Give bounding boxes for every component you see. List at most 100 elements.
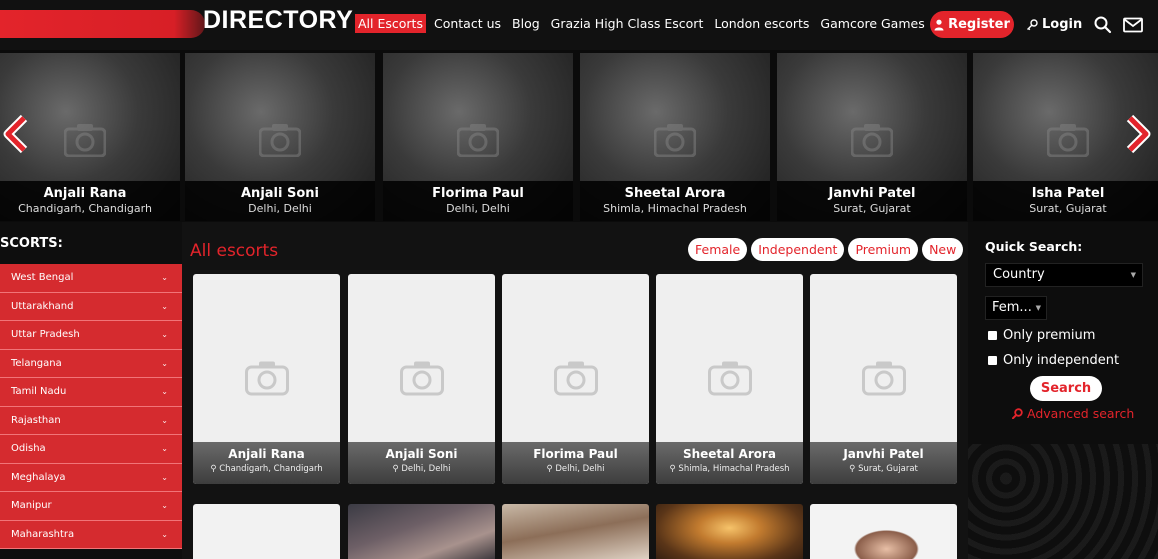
card-location-text: Delhi, Delhi bbox=[555, 464, 605, 474]
camera-icon bbox=[259, 124, 301, 157]
advanced-search-link[interactable]: Advanced search bbox=[1012, 406, 1134, 421]
sidebar-item-odisha[interactable]: Odisha ⌄ bbox=[0, 435, 182, 464]
carousel-caption: Sheetal Arora Shimla, Himachal Pradesh bbox=[580, 181, 770, 221]
carousel-name: Anjali Rana bbox=[43, 186, 127, 201]
profile-card[interactable]: Florima Paul ⚲ Delhi, Delhi bbox=[502, 274, 649, 484]
camera-icon bbox=[707, 361, 752, 396]
camera-icon bbox=[244, 361, 289, 396]
carousel-slide[interactable]: Janvhi Patel Surat, Gujarat bbox=[777, 53, 967, 221]
sidebar-item-label: Uttar Pradesh bbox=[11, 329, 80, 341]
only-premium-label: Only premium bbox=[1003, 328, 1096, 343]
nav-grazia[interactable]: Grazia High Class Escort bbox=[548, 14, 707, 33]
mail-icon[interactable] bbox=[1122, 14, 1144, 36]
sidebar-item-label: Uttarakhand bbox=[11, 300, 74, 312]
chevron-down-icon: ⌄ bbox=[161, 444, 168, 454]
filter-chips: Female Independent Premium New bbox=[688, 238, 964, 261]
country-select[interactable]: Country ▼ bbox=[985, 263, 1143, 287]
logo-text[interactable]: DIRECTORY bbox=[203, 6, 353, 35]
register-button[interactable]: Register bbox=[930, 11, 1014, 38]
carousel-name: Janvhi Patel bbox=[828, 186, 916, 201]
profile-card[interactable]: Anjali Soni ⚲ Delhi, Delhi bbox=[348, 274, 495, 484]
carousel-name: Florima Paul bbox=[432, 186, 524, 201]
chevron-down-icon: ⌄ bbox=[161, 387, 168, 397]
only-premium-checkbox[interactable]: Only premium bbox=[988, 328, 1095, 343]
card-caption: Anjali Soni ⚲ Delhi, Delhi bbox=[348, 442, 495, 484]
profile-card-photo[interactable] bbox=[193, 504, 340, 559]
profile-card-photo[interactable] bbox=[502, 504, 649, 559]
profile-card[interactable]: Sheetal Arora ⚲ Shimla, Himachal Pradesh bbox=[656, 274, 803, 484]
carousel-location: Delhi, Delhi bbox=[248, 202, 312, 215]
nav-london[interactable]: London escorts bbox=[711, 14, 812, 33]
chevron-down-icon: ⌄ bbox=[161, 529, 168, 539]
profile-card[interactable]: Anjali Rana ⚲ Chandigarh, Chandigarh bbox=[193, 274, 340, 484]
camera-icon bbox=[553, 361, 598, 396]
nav-blog[interactable]: Blog bbox=[509, 14, 543, 33]
card-caption: Florima Paul ⚲ Delhi, Delhi bbox=[502, 442, 649, 484]
card-location-text: Shimla, Himachal Pradesh bbox=[678, 464, 790, 474]
sidebar-item-label: Meghalaya bbox=[11, 471, 66, 483]
sidebar-item-uttar-pradesh[interactable]: Uttar Pradesh ⌄ bbox=[0, 321, 182, 350]
card-location: ⚲ Delhi, Delhi bbox=[348, 464, 495, 474]
top-header: DIRECTORY All Escorts Contact us Blog Gr… bbox=[0, 0, 1158, 50]
carousel-location: Chandigarh, Chandigarh bbox=[18, 202, 152, 215]
carousel-next-arrow-icon[interactable] bbox=[1122, 114, 1152, 154]
carousel-slide[interactable]: Florima Paul Delhi, Delhi bbox=[383, 53, 573, 221]
checkbox-box[interactable] bbox=[988, 331, 997, 340]
card-name: Sheetal Arora bbox=[682, 447, 777, 461]
only-independent-checkbox[interactable]: Only independent bbox=[988, 353, 1119, 368]
carousel-slide[interactable]: Anjali Soni Delhi, Delhi bbox=[185, 53, 375, 221]
carousel-caption: Florima Paul Delhi, Delhi bbox=[383, 181, 573, 221]
only-independent-label: Only independent bbox=[1003, 353, 1120, 368]
card-name: Janvhi Patel bbox=[843, 447, 924, 461]
checkbox-box[interactable] bbox=[988, 356, 997, 365]
sidebar-item-label: West Bengal bbox=[11, 272, 74, 284]
country-select-value: Country bbox=[993, 267, 1045, 282]
sidebar-item-telangana[interactable]: Telangana ⌄ bbox=[0, 349, 182, 378]
location-pin-icon: ⚲ bbox=[849, 464, 859, 474]
camera-icon bbox=[1047, 124, 1089, 157]
nav-contact-us[interactable]: Contact us bbox=[431, 14, 504, 33]
nav-all-escorts[interactable]: All Escorts bbox=[355, 14, 426, 33]
logo-redacted-part[interactable] bbox=[0, 10, 205, 38]
filter-premium[interactable]: Premium bbox=[848, 238, 919, 261]
carousel-caption: Anjali Rana Chandigarh, Chandigarh bbox=[0, 181, 180, 221]
sidebar-item-meghalaya[interactable]: Meghalaya ⌄ bbox=[0, 463, 182, 492]
carousel-prev-arrow-icon[interactable] bbox=[2, 114, 32, 154]
carousel-caption: Isha Patel Surat, Gujarat bbox=[973, 181, 1158, 221]
sidebar-item-manipur[interactable]: Manipur ⌄ bbox=[0, 492, 182, 521]
carousel-caption: Anjali Soni Delhi, Delhi bbox=[185, 181, 375, 221]
search-button[interactable]: Search bbox=[1030, 376, 1102, 401]
card-location: ⚲ Shimla, Himachal Pradesh bbox=[656, 464, 803, 474]
filter-female[interactable]: Female bbox=[688, 238, 748, 261]
regions-sidebar: SCORTS: West Bengal ⌄ Uttarakhand ⌄ Uttar … bbox=[0, 222, 182, 559]
card-name: Anjali Soni bbox=[385, 447, 458, 461]
card-caption: Janvhi Patel ⚲ Surat, Gujarat bbox=[810, 442, 957, 484]
camera-icon bbox=[457, 124, 499, 157]
sidebar-item-tamil-nadu[interactable]: Tamil Nadu ⌄ bbox=[0, 378, 182, 407]
carousel-name: Anjali Soni bbox=[241, 186, 319, 201]
camera-icon bbox=[861, 361, 906, 396]
card-location: ⚲ Delhi, Delhi bbox=[502, 464, 649, 474]
profile-card-photo[interactable] bbox=[656, 504, 803, 559]
sidebar-item-maharashtra[interactable]: Maharashtra ⌄ bbox=[0, 520, 182, 549]
chevron-down-icon: ⌄ bbox=[161, 358, 168, 368]
carousel-slide[interactable]: Sheetal Arora Shimla, Himachal Pradesh bbox=[580, 53, 770, 221]
login-button[interactable]: Login bbox=[1026, 11, 1082, 38]
filter-independent[interactable]: Independent bbox=[751, 238, 845, 261]
carousel-name: Sheetal Arora bbox=[624, 186, 726, 201]
chevron-down-icon: ⌄ bbox=[161, 330, 168, 340]
carousel-location: Surat, Gujarat bbox=[1029, 202, 1107, 215]
profile-card[interactable]: Janvhi Patel ⚲ Surat, Gujarat bbox=[810, 274, 957, 484]
profile-card-photo[interactable] bbox=[348, 504, 495, 559]
search-icon[interactable] bbox=[1092, 14, 1114, 36]
sidebar-item-west-bengal[interactable]: West Bengal ⌄ bbox=[0, 264, 182, 293]
quick-search-title: Quick Search: bbox=[985, 239, 1083, 254]
nav-gamcore[interactable]: Gamcore Games bbox=[817, 14, 927, 33]
sidebar-item-uttarakhand[interactable]: Uttarakhand ⌄ bbox=[0, 292, 182, 321]
sidebar-item-rajasthan[interactable]: Rajasthan ⌄ bbox=[0, 406, 182, 435]
profile-card-photo[interactable] bbox=[810, 504, 957, 559]
filter-new[interactable]: New bbox=[922, 238, 964, 261]
card-location-text: Chandigarh, Chandigarh bbox=[219, 464, 323, 474]
chevron-down-icon: ⌄ bbox=[161, 301, 168, 311]
gender-select[interactable]: Fem... ▼ bbox=[985, 296, 1047, 320]
